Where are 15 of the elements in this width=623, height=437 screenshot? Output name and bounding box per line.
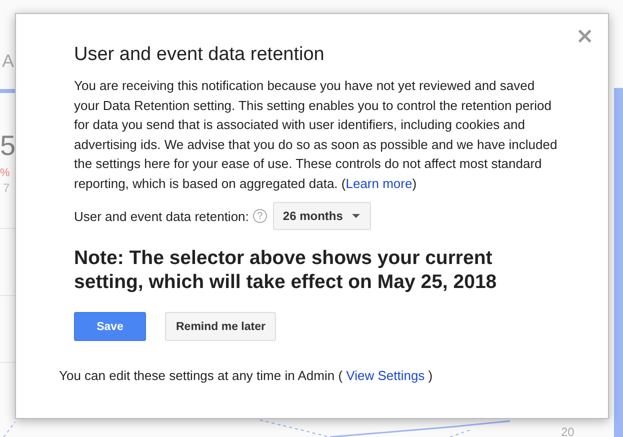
metric-note: 7	[3, 181, 10, 195]
note-text: Note: The selector above shows your current setting, which will take effect on May 25, 2018	[74, 246, 498, 294]
view-settings-link[interactable]: View Settings	[346, 368, 425, 383]
retention-label: User and event data retention:	[74, 208, 249, 224]
tab-underline	[0, 89, 15, 93]
retention-dropdown[interactable]: 26 months	[272, 202, 371, 230]
metric-value: 5	[0, 130, 16, 162]
metric-change: %	[0, 167, 10, 179]
notice-paragraph: You are receiving this notification because you have not yet reviewed and saved your Data Retention setting. This setting enables you to control the retention period for data you send that is associated with user identifiers, including cookies and advertising ids. We advise that you do so as soon as possible and we have included the settings here for your ease of use. These controls do not affect most standard reporting, which is based on aggregated data. (Learn more)	[74, 77, 558, 193]
learn-more-link[interactable]: Learn more	[346, 176, 412, 190]
dialog-title: User and event data retention	[74, 44, 326, 66]
footer-text: You can edit these settings at any time in Admin ( View Settings )	[59, 367, 434, 385]
save-button[interactable]: Save	[74, 312, 146, 341]
remind-later-button[interactable]: Remind me later	[165, 312, 276, 341]
axis-label: 20	[561, 425, 574, 437]
